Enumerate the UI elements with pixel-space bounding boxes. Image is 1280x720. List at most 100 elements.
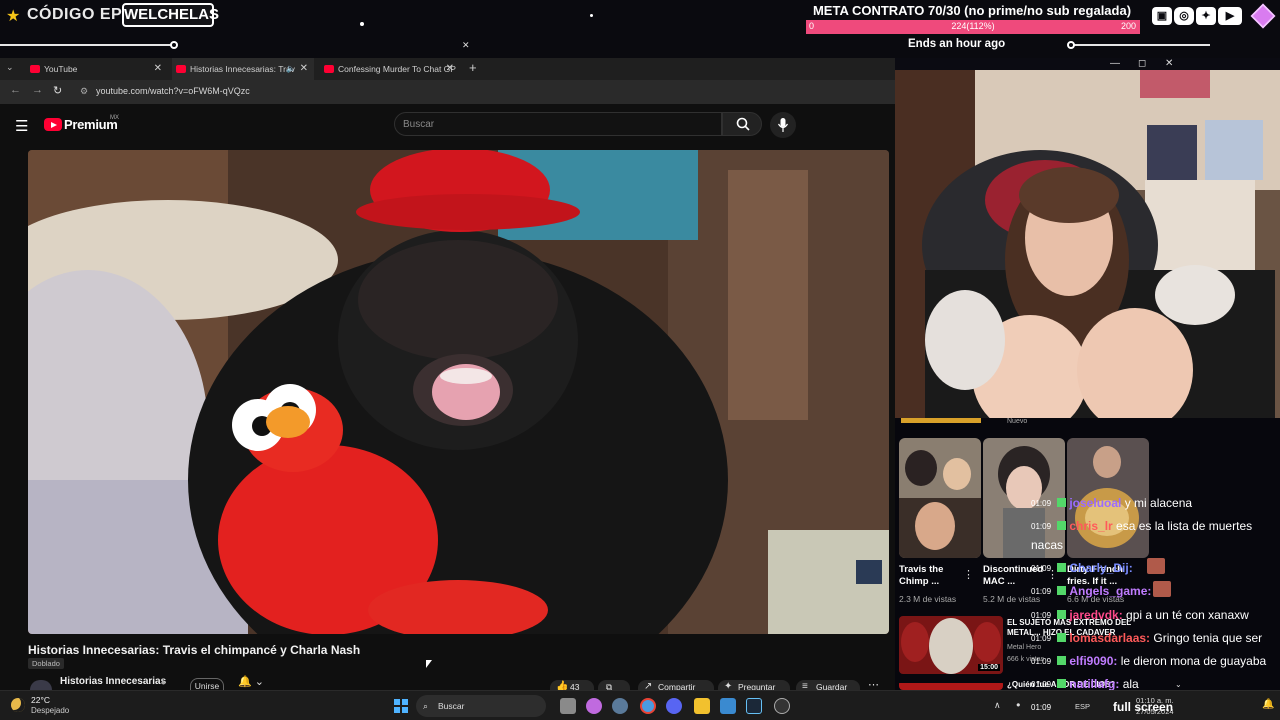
- close-tab-icon[interactable]: ✕: [154, 58, 162, 80]
- star-dot: [590, 14, 593, 17]
- chat-badge-icon: [1057, 498, 1066, 507]
- tab-label: Confessing Murder To Chat GP: [338, 64, 456, 74]
- video-player[interactable]: [28, 150, 889, 634]
- channel-avatar[interactable]: [30, 680, 52, 690]
- chat-badge-icon: [1057, 656, 1066, 665]
- youtube-icon: ▶: [1218, 7, 1242, 25]
- language-indicator[interactable]: ESP: [1075, 702, 1090, 711]
- reload-icon[interactable]: ↻: [53, 84, 62, 97]
- chat-time: 01:09: [1031, 499, 1052, 508]
- site-info-icon[interactable]: ⚙: [80, 86, 88, 97]
- tab-historias[interactable]: Historias Innecesarias: Trav 🔈 ✕: [172, 58, 314, 80]
- video-frame: [28, 150, 889, 634]
- url-field[interactable]: youtube.com/watch?v=oFW6M-qVQzc: [96, 86, 250, 96]
- chat-text: Gringo tenia que ser: [1153, 631, 1263, 645]
- tray-app-icon[interactable]: ●: [1016, 700, 1021, 709]
- taskbar-search[interactable]: ⌕ Buscar: [416, 695, 546, 717]
- chat-message: Angels_game:: [1057, 584, 1151, 598]
- goal-ends-label: Ends an hour ago: [908, 38, 1006, 50]
- discord-icon[interactable]: [666, 698, 682, 714]
- search-icon: ⌕: [423, 701, 429, 711]
- back-icon[interactable]: ←: [10, 84, 21, 96]
- chat-time: 01:09: [1031, 634, 1052, 643]
- short-title[interactable]: Travis the Chimp ...: [899, 564, 969, 588]
- close-tab-icon[interactable]: ✕: [300, 58, 308, 80]
- new-tab-icon[interactable]: +: [469, 60, 477, 75]
- dubbed-badge: Doblado: [28, 658, 64, 669]
- chat-message: joseluoal y mi alacena: [1057, 496, 1192, 510]
- mic-icon: [778, 118, 788, 132]
- address-bar: ← → ↻ ⚙ youtube.com/watch?v=oFW6M-qVQzc: [0, 80, 895, 104]
- chat-text: y mi alacena: [1124, 496, 1193, 510]
- forward-icon[interactable]: →: [32, 84, 43, 96]
- goal-title: META CONTRATO 70/30 (no prime/no sub reg…: [812, 3, 1132, 18]
- chat-message: nacas: [1031, 538, 1063, 552]
- search-input[interactable]: [395, 113, 721, 135]
- chrome-icon[interactable]: [640, 698, 656, 714]
- tab-confessing[interactable]: Confessing Murder To Chat GP ✕: [320, 58, 460, 80]
- chat-badge-icon: [1057, 586, 1066, 595]
- short-thumbnail-image: [899, 438, 981, 558]
- chat-time: 01:09: [1031, 587, 1052, 596]
- subscribed-bell-icon[interactable]: 🔔 ⌄: [238, 675, 264, 688]
- chevron-down-icon[interactable]: ⌄: [1175, 680, 1182, 689]
- search-icon: [736, 117, 750, 131]
- instagram-icon: ◎: [1174, 7, 1194, 25]
- browser-tab-bar: ⌄ YouTube ✕ Historias Innecesarias: Trav…: [0, 58, 895, 80]
- steam-icon[interactable]: [746, 698, 762, 714]
- weather-temp[interactable]: 22°C: [31, 695, 50, 705]
- gem-icon: [1250, 3, 1276, 29]
- chat-text: full screen: [1113, 700, 1174, 714]
- tab-label: YouTube: [44, 64, 78, 74]
- related-thumbnail[interactable]: [899, 680, 1003, 690]
- twitter-icon: ✦: [1196, 7, 1216, 25]
- chat-message: chris_lr esa es la lista de muertes: [1057, 519, 1252, 533]
- youtube-logo-icon[interactable]: [44, 118, 62, 131]
- tab-list-icon[interactable]: ⌄: [6, 62, 14, 73]
- chat-username: Angels_game:: [1069, 584, 1152, 598]
- chat-username: chris_lr: [1069, 519, 1113, 533]
- settings-icon[interactable]: [612, 698, 628, 714]
- related-sidebar: Nuevo Travis the Chimp ... 2.3 M de vist…: [895, 418, 1280, 690]
- chat-text: nacas: [1031, 538, 1064, 552]
- minimize-icon[interactable]: —: [1110, 58, 1120, 69]
- youtube-favicon-icon: [176, 65, 186, 73]
- channel-name[interactable]: Historias Innecesarias: [60, 676, 166, 687]
- chat-text: le dieron mona de guayaba: [1120, 654, 1267, 668]
- close-tab-icon[interactable]: ✕: [446, 58, 454, 80]
- menu-icon[interactable]: ☰: [15, 117, 28, 135]
- more-icon[interactable]: ⋮: [963, 568, 974, 581]
- overlay-dot: [170, 41, 178, 49]
- close-window-icon[interactable]: ✕: [1165, 58, 1173, 69]
- notification-icon[interactable]: 🔔: [1262, 699, 1274, 710]
- tray-chevron-icon[interactable]: ∧: [994, 700, 1001, 711]
- taskbar-search-label: Buscar: [438, 701, 465, 711]
- stream-overlay-top: ★ CÓDIGO EPIC WELCHELAS META CONTRATO 70…: [0, 0, 1280, 58]
- chat-badge-icon: [1057, 679, 1066, 688]
- short-views: 2.3 M de vistas: [899, 594, 957, 604]
- photos-icon[interactable]: [720, 698, 736, 714]
- youtube-page: ☰ Premium MX Buscar Historias Innecesari…: [0, 104, 895, 706]
- verified-icon: ●: [161, 678, 166, 687]
- chat-username: joseluoal: [1069, 496, 1122, 510]
- file-explorer-icon[interactable]: [694, 698, 710, 714]
- windows-start-icon[interactable]: [394, 699, 408, 713]
- tab-youtube[interactable]: YouTube ✕: [26, 58, 168, 80]
- audio-icon[interactable]: 🔈: [286, 58, 296, 80]
- youtube-favicon-icon: [324, 65, 334, 73]
- webcam-feed: [895, 70, 1280, 418]
- weather-desc[interactable]: Despejado: [31, 706, 69, 715]
- chat-badge-icon: [1057, 633, 1066, 642]
- related-thumbnail[interactable]: 15:00: [899, 616, 1003, 674]
- task-view-icon[interactable]: [560, 698, 576, 714]
- chat-username: lomasdarlaas:: [1069, 631, 1151, 645]
- related-channel[interactable]: Metal Hero: [1007, 644, 1041, 651]
- voice-search-button[interactable]: [770, 112, 796, 138]
- new-badge: Nuevo: [1007, 418, 1028, 425]
- obs-icon[interactable]: [774, 698, 790, 714]
- sidebar-strip: [901, 418, 981, 423]
- short-thumbnail[interactable]: [899, 438, 981, 558]
- copilot-icon[interactable]: [586, 698, 602, 714]
- search-button[interactable]: [722, 112, 762, 136]
- maximize-icon[interactable]: ◻: [1138, 58, 1146, 69]
